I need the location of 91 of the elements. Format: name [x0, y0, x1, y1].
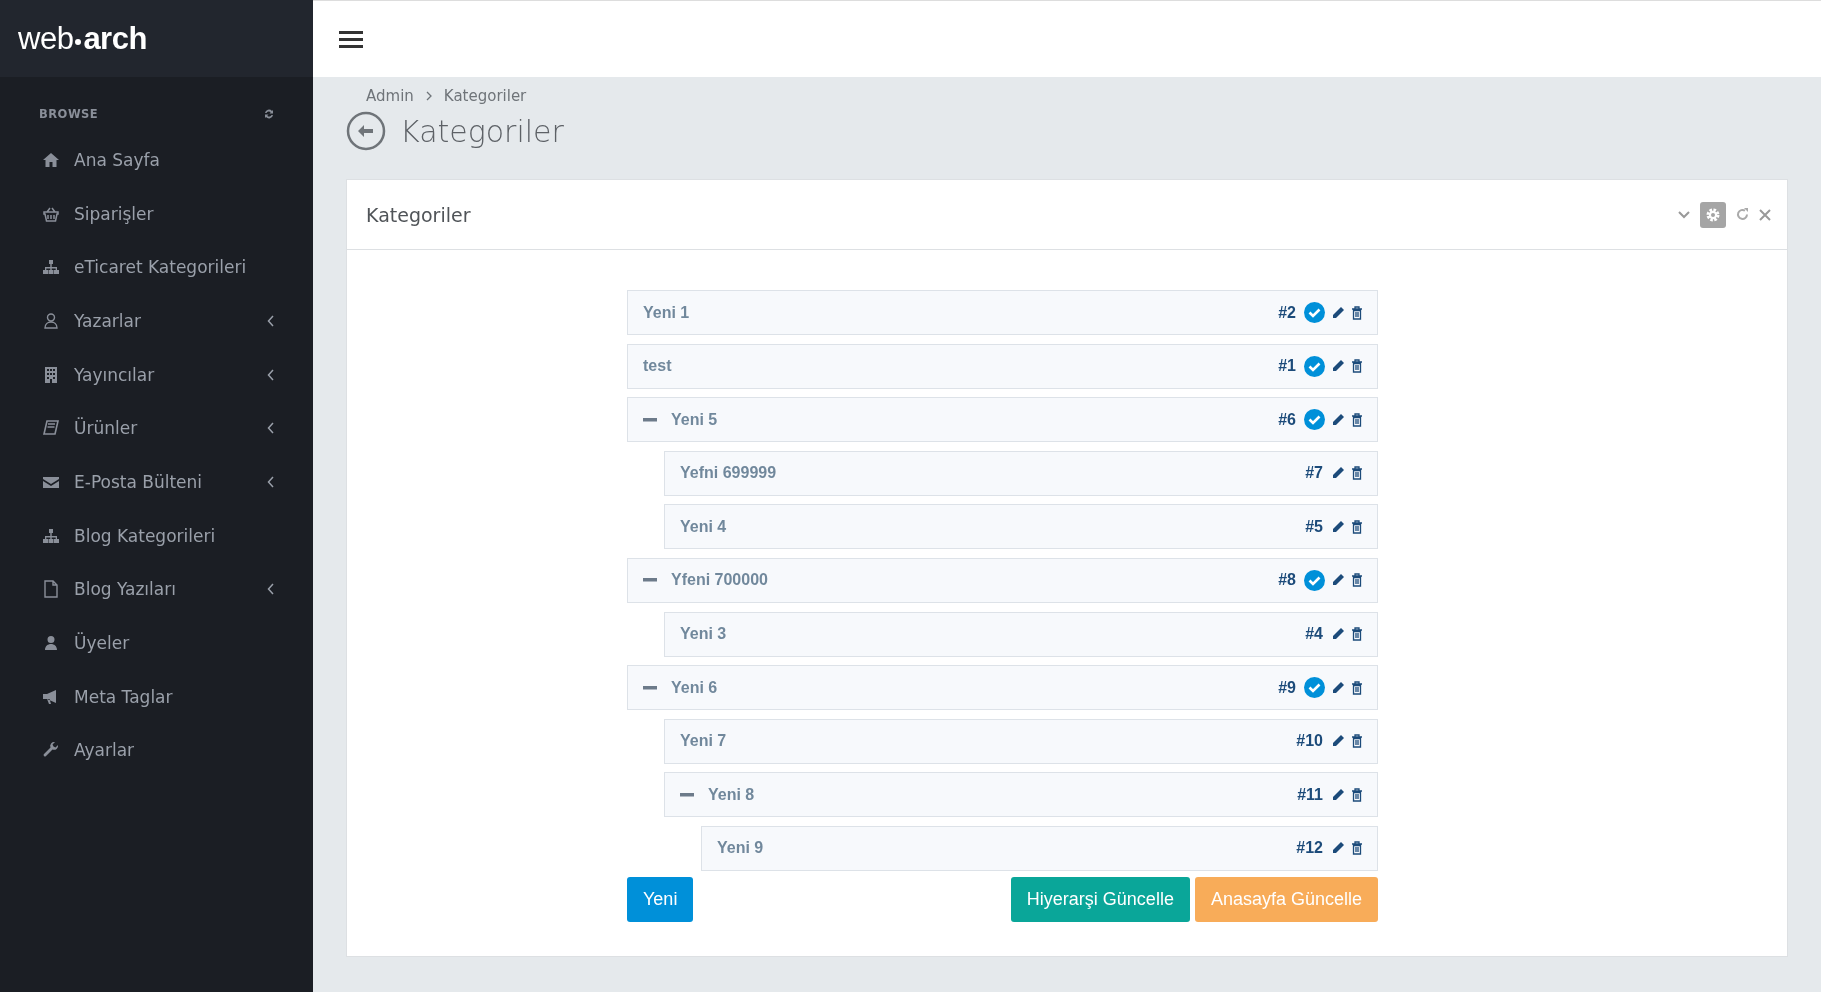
trash-icon[interactable] [1351, 359, 1363, 374]
tree-item[interactable]: Yeni 4 #5 [664, 504, 1378, 550]
section-title: BROWSE [39, 107, 99, 121]
breadcrumb-link[interactable]: Kategoriler [443, 87, 527, 105]
card-title: Kategoriler [366, 203, 471, 226]
pencil-icon[interactable] [1331, 412, 1345, 427]
category-name: Yeni 4 [680, 517, 728, 536]
category-name: Yefni 699999 [680, 464, 778, 483]
home-icon [42, 150, 60, 169]
pencil-icon[interactable] [1331, 359, 1345, 374]
user-outline-icon [42, 311, 60, 330]
trash-icon[interactable] [1351, 466, 1363, 481]
category-id: #2 [1278, 303, 1296, 322]
pencil-icon[interactable] [1331, 680, 1345, 695]
tree-item[interactable]: Yfeni 700000 #8 [627, 557, 1378, 603]
pencil-icon[interactable] [1331, 305, 1345, 320]
chevron-right-icon [425, 91, 432, 101]
sidebar-item[interactable]: Yazarlar [0, 294, 313, 348]
pencil-icon[interactable] [1331, 841, 1345, 856]
sidebar-item[interactable]: Siparişler [0, 186, 313, 241]
breadcrumb-link[interactable]: Admin [366, 87, 414, 105]
category-id: #11 [1297, 785, 1323, 804]
trash-icon[interactable] [1351, 734, 1363, 749]
category-name: Yeni 5 [671, 410, 719, 429]
tree-item[interactable]: test #1 [627, 343, 1378, 389]
sidebar-item[interactable]: Ürünler [0, 401, 313, 456]
sidebar-item[interactable]: Yayıncılar [0, 347, 313, 402]
user-icon [42, 634, 60, 653]
logo: web arch [0, 0, 313, 77]
collapse-minus-icon[interactable] [643, 417, 657, 422]
tree-item[interactable]: Yeni 9 #12 [701, 825, 1378, 871]
sidebar-item[interactable]: Üyeler [0, 616, 313, 670]
sitemap-icon [42, 258, 60, 277]
sidebar-item[interactable]: Ana Sayfa [0, 133, 313, 187]
pencil-icon[interactable] [1331, 573, 1345, 588]
trash-icon[interactable] [1351, 305, 1363, 320]
menu-icon[interactable] [339, 29, 363, 49]
collapse-minus-icon[interactable] [643, 685, 657, 690]
building-icon [42, 365, 60, 384]
tree-item[interactable]: Yeni 3 #4 [664, 611, 1378, 657]
category-name: Yeni 7 [680, 732, 728, 751]
trash-icon[interactable] [1351, 627, 1363, 642]
category-id: #10 [1296, 732, 1323, 751]
sidebar-item[interactable]: E-Posta Bülteni [0, 455, 313, 509]
tree-item[interactable]: Yeni 6 #9 [627, 665, 1378, 711]
pencil-icon[interactable] [1331, 787, 1345, 802]
trash-icon[interactable] [1351, 412, 1363, 427]
tree-item[interactable]: Yeni 5 #6 [627, 397, 1378, 443]
sidebar-item[interactable]: Blog Yazıları [0, 562, 313, 617]
trash-icon[interactable] [1351, 841, 1363, 856]
category-id: #9 [1278, 678, 1296, 697]
category-name: Yeni 9 [717, 839, 765, 858]
category-name: Yeni 3 [680, 625, 728, 644]
collapse-minus-icon[interactable] [680, 792, 694, 797]
category-id: #4 [1305, 625, 1323, 644]
tree-item[interactable]: Yeni 1 #2 [627, 290, 1378, 335]
category-name: Yfeni 700000 [671, 571, 769, 590]
category-name: test [643, 357, 673, 376]
file-icon [42, 580, 60, 599]
category-id: #12 [1296, 839, 1323, 858]
category-name: Yeni 8 [708, 785, 756, 804]
category-id: #7 [1305, 464, 1323, 483]
category-name: Yeni 1 [643, 303, 691, 322]
pencil-icon[interactable] [1331, 627, 1345, 642]
tree-item[interactable]: Yeni 7 #10 [664, 718, 1378, 764]
sidebar-item[interactable]: Meta Taglar [0, 669, 313, 724]
collapse-chevron-icon[interactable] [1678, 210, 1690, 219]
close-icon[interactable] [1759, 208, 1771, 221]
collapse-minus-icon[interactable] [643, 578, 657, 583]
trash-icon[interactable] [1351, 787, 1363, 802]
category-id: #1 [1278, 357, 1296, 376]
refresh-icon[interactable] [263, 108, 275, 120]
category-id: #5 [1305, 517, 1323, 536]
pencil-icon[interactable] [1331, 466, 1345, 481]
sidebar-item[interactable]: Ayarlar [0, 723, 313, 778]
book-icon [42, 419, 60, 438]
trash-icon[interactable] [1351, 573, 1363, 588]
category-name: Yeni 6 [671, 678, 719, 697]
new-button[interactable]: Yeni [627, 876, 694, 922]
category-id: #6 [1278, 410, 1296, 429]
tree-item[interactable]: Yeni 8 #11 [664, 772, 1378, 818]
trash-icon[interactable] [1351, 680, 1363, 695]
pencil-icon[interactable] [1331, 519, 1345, 534]
sidebar-item[interactable]: Blog Kategorileri [0, 508, 313, 563]
category-id: #8 [1278, 571, 1296, 590]
page-title: Kategoriler [400, 113, 564, 149]
trash-icon[interactable] [1351, 519, 1363, 534]
tree-item[interactable]: Yefni 699999 #7 [664, 450, 1378, 496]
pencil-icon[interactable] [1331, 734, 1345, 749]
sidebar-item[interactable]: eTicaret Kategorileri [0, 240, 313, 295]
sitemap-icon [42, 526, 60, 545]
